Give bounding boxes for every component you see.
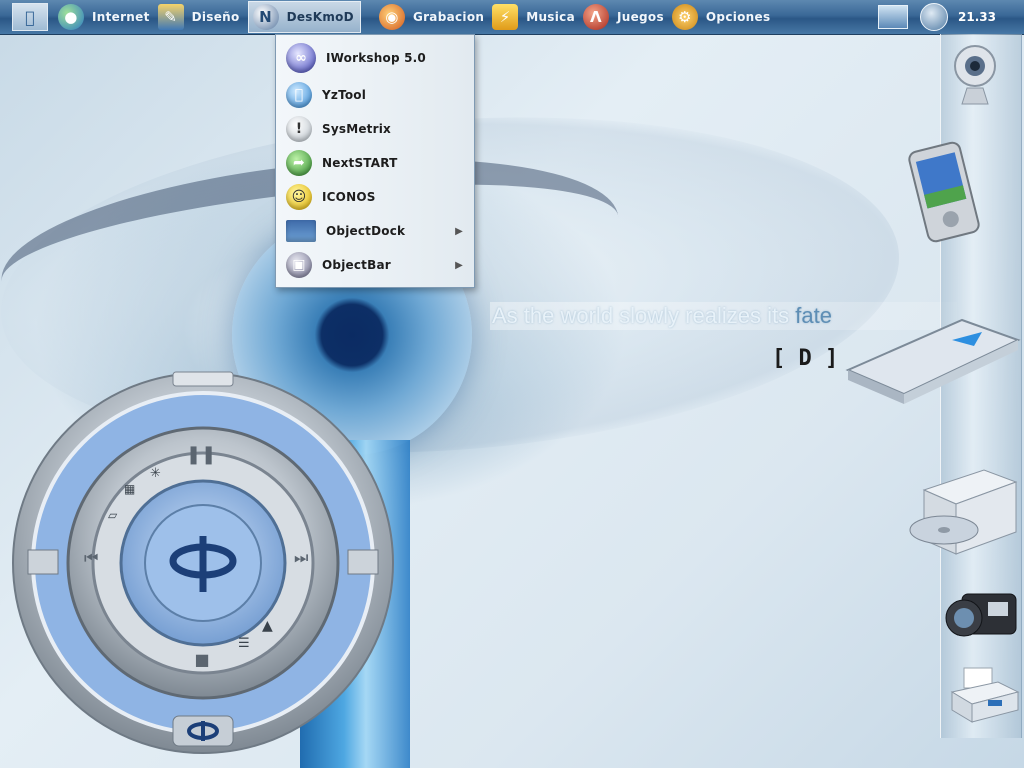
fax-icon[interactable] xyxy=(948,664,1020,726)
taskbar-label: Opciones xyxy=(705,10,771,24)
menu-item-objectdock[interactable]: ObjectDock ▶ xyxy=(286,215,471,247)
menu-item-yztool[interactable]:  YzTool xyxy=(286,79,471,111)
menu-item-iworkshop[interactable]: ∞ IWorkshop 5.0 xyxy=(286,42,471,74)
menu-item-nextstart[interactable]: ➦ NextSTART xyxy=(286,147,471,179)
music-icon: ⚡ xyxy=(492,4,519,30)
wallpaper-logo: [ D ] xyxy=(772,346,839,371)
menu-item-label: IWorkshop 5.0 xyxy=(326,51,426,65)
taskbar-item-musica[interactable]: ⚡ Musica xyxy=(492,2,575,32)
stop-button[interactable]: ■ xyxy=(190,650,214,674)
playlist-button[interactable]: ☰ xyxy=(238,636,258,656)
menu-item-label: ObjectDock xyxy=(326,224,406,238)
previous-button[interactable]: ⏮ xyxy=(84,548,114,572)
taskbar-label: Grabacion xyxy=(412,10,485,24)
pause-button[interactable]: ❚❚ xyxy=(186,444,216,468)
clock-time: 21.33 xyxy=(958,10,996,24)
optical-drive-icon[interactable] xyxy=(904,468,1020,560)
taskbar-item-opciones[interactable]: ⚙ Opciones xyxy=(671,2,771,32)
player-close-button[interactable] xyxy=(210,373,224,383)
gear-icon: ⚙ xyxy=(671,4,698,30)
clock-globe-icon[interactable] xyxy=(920,3,949,31)
webcam-icon[interactable] xyxy=(950,42,1000,110)
visual-button[interactable]: ▦ xyxy=(124,482,144,502)
design-icon: ✎ xyxy=(157,4,184,30)
player-minimize-button[interactable] xyxy=(176,373,190,383)
menu-item-label: NextSTART xyxy=(322,156,398,170)
taskbar-item-juegos[interactable]: Λ Juegos xyxy=(582,2,664,32)
camcorder-icon[interactable] xyxy=(944,584,1020,646)
taskbar-item-internet[interactable]: ● Internet xyxy=(58,2,150,32)
mode-button[interactable]: ▱ xyxy=(108,508,128,528)
exclamation-icon: ! xyxy=(286,116,312,142)
desktop-preview-icon[interactable] xyxy=(878,5,909,29)
menu-item-sysmetrix[interactable]: ! SysMetrix xyxy=(286,113,471,145)
nextstart-icon: ➦ xyxy=(286,150,312,176)
next-button[interactable]: ⏭ xyxy=(294,548,324,572)
smiley-icon: ☺ xyxy=(286,184,312,210)
deskmod-icon: N xyxy=(252,4,279,30)
objectdock-icon xyxy=(286,220,316,242)
objectbar-icon: ▣ xyxy=(286,252,312,278)
burn-icon: ◉ xyxy=(378,4,405,30)
taskbar-label: Diseño xyxy=(191,10,240,24)
taskbar-label: DesKmoD xyxy=(286,10,354,24)
menu-item-label: ICONOS xyxy=(322,190,376,204)
taskbar-label: Musica xyxy=(526,10,575,24)
taskbar-label: Juegos xyxy=(616,10,664,24)
caption-main: As the world slowly realizes its xyxy=(492,303,790,328)
deskmod-menu: ∞ IWorkshop 5.0  YzTool ! SysMetrix ➦ N… xyxy=(275,34,475,288)
menu-item-label: SysMetrix xyxy=(322,122,391,136)
caption-accent: fate xyxy=(795,303,832,328)
menu-item-iconos[interactable]: ☺ ICONOS xyxy=(286,181,471,213)
pda-icon[interactable] xyxy=(904,138,984,246)
start-button[interactable]:  xyxy=(12,3,48,31)
menu-item-label: ObjectBar xyxy=(322,258,391,272)
menu-item-objectbar[interactable]: ▣ ObjectBar ▶ xyxy=(286,249,471,281)
menu-item-label: YzTool xyxy=(322,88,367,102)
submenu-arrow-icon: ▶ xyxy=(455,225,463,237)
submenu-arrow-icon: ▶ xyxy=(455,259,463,271)
system-tray: 21.33 xyxy=(878,0,1024,34)
globe-icon: ● xyxy=(58,4,84,30)
taskbar:  ● Internet ✎ Diseño N DesKmoD ◉ Grabac… xyxy=(0,0,1024,35)
taskbar-item-deskmod[interactable]: N DesKmoD xyxy=(247,1,361,33)
games-icon: Λ xyxy=(582,4,609,30)
taskbar-item-diseno[interactable]: ✎ Diseño xyxy=(157,2,240,32)
taskbar-item-grabacion[interactable]: ◉ Grabacion xyxy=(378,2,485,32)
apple-icon:  xyxy=(25,8,35,27)
eject-button[interactable]: ▲ xyxy=(262,618,286,642)
media-player xyxy=(8,368,398,758)
settings-button[interactable]: ✳ xyxy=(150,466,170,486)
iworkshop-icon: ∞ xyxy=(286,43,316,73)
apple-icon:  xyxy=(286,82,312,108)
taskbar-label: Internet xyxy=(92,10,150,24)
scanner-icon[interactable] xyxy=(842,310,1022,406)
